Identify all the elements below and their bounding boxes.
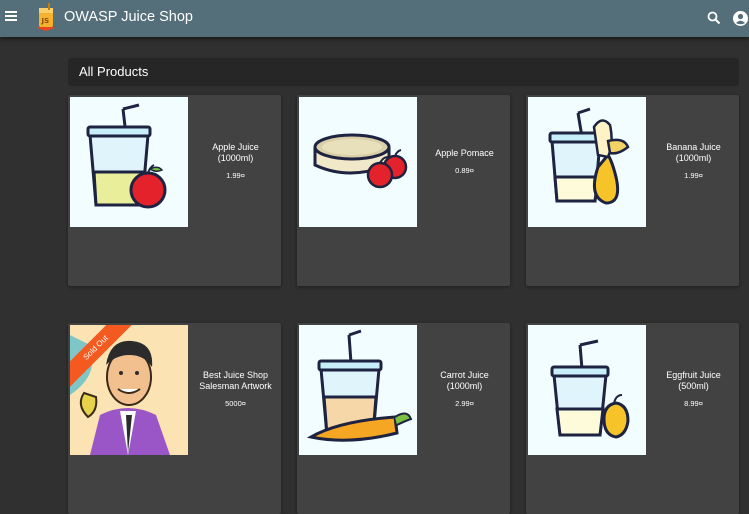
product-price: 8.99¤ xyxy=(684,399,703,408)
top-toolbar: JS OWASP Juice Shop xyxy=(0,0,749,37)
product-name: Carrot Juice (1000ml) xyxy=(440,370,489,391)
product-card-banana-juice[interactable]: Banana Juice (1000ml) 1.99¤ xyxy=(526,95,739,286)
apple-juice-image xyxy=(70,97,188,227)
products-header: All Products xyxy=(68,58,739,86)
product-card-carrot-juice[interactable]: Carrot Juice (1000ml) 2.99¤ xyxy=(297,323,510,514)
product-card-salesman-artwork[interactable]: Sold Out Best Juice Shop Salesman Artwor… xyxy=(68,323,281,514)
product-info: Eggfruit Juice (500ml) 8.99¤ xyxy=(648,323,739,455)
product-name: Eggfruit Juice (500ml) xyxy=(666,370,721,391)
menu-icon[interactable] xyxy=(4,9,20,27)
product-card-eggfruit-juice[interactable]: Eggfruit Juice (500ml) 8.99¤ xyxy=(526,323,739,514)
product-price: 0.89¤ xyxy=(455,165,474,175)
product-info: Carrot Juice (1000ml) 2.99¤ xyxy=(419,323,510,455)
juice-shop-logo[interactable]: JS xyxy=(34,2,58,32)
product-price: 2.99¤ xyxy=(455,399,474,408)
account-icon[interactable] xyxy=(732,10,749,27)
product-name: Apple Pomace xyxy=(435,147,494,158)
product-price: 1.99¤ xyxy=(684,171,703,180)
svg-text:JS: JS xyxy=(41,17,50,25)
banana-juice-image xyxy=(528,97,646,227)
app-title[interactable]: OWASP Juice Shop xyxy=(64,9,193,25)
product-info: Best Juice Shop Salesman Artwork 5000¤ xyxy=(190,323,281,455)
product-name: Apple Juice (1000ml) xyxy=(212,142,259,163)
product-price: 1.99¤ xyxy=(226,171,245,180)
product-info: Banana Juice (1000ml) 1.99¤ xyxy=(648,95,739,227)
salesman-artwork-image: Sold Out xyxy=(70,325,188,455)
apple-pomace-image xyxy=(299,97,417,227)
product-price: 5000¤ xyxy=(225,399,246,408)
product-name: Banana Juice (1000ml) xyxy=(666,142,721,163)
page-title: All Products xyxy=(79,64,149,79)
product-info: Apple Juice (1000ml) 1.99¤ xyxy=(190,95,281,227)
product-name: Best Juice Shop Salesman Artwork xyxy=(199,370,272,391)
product-card-apple-juice[interactable]: Apple Juice (1000ml) 1.99¤ xyxy=(68,95,281,286)
product-info: Apple Pomace 0.89¤ xyxy=(419,95,510,227)
carrot-juice-image xyxy=(299,325,417,455)
eggfruit-juice-image xyxy=(528,325,646,455)
product-card-apple-pomace[interactable]: Apple Pomace 0.89¤ xyxy=(297,95,510,286)
search-icon[interactable] xyxy=(706,10,722,26)
